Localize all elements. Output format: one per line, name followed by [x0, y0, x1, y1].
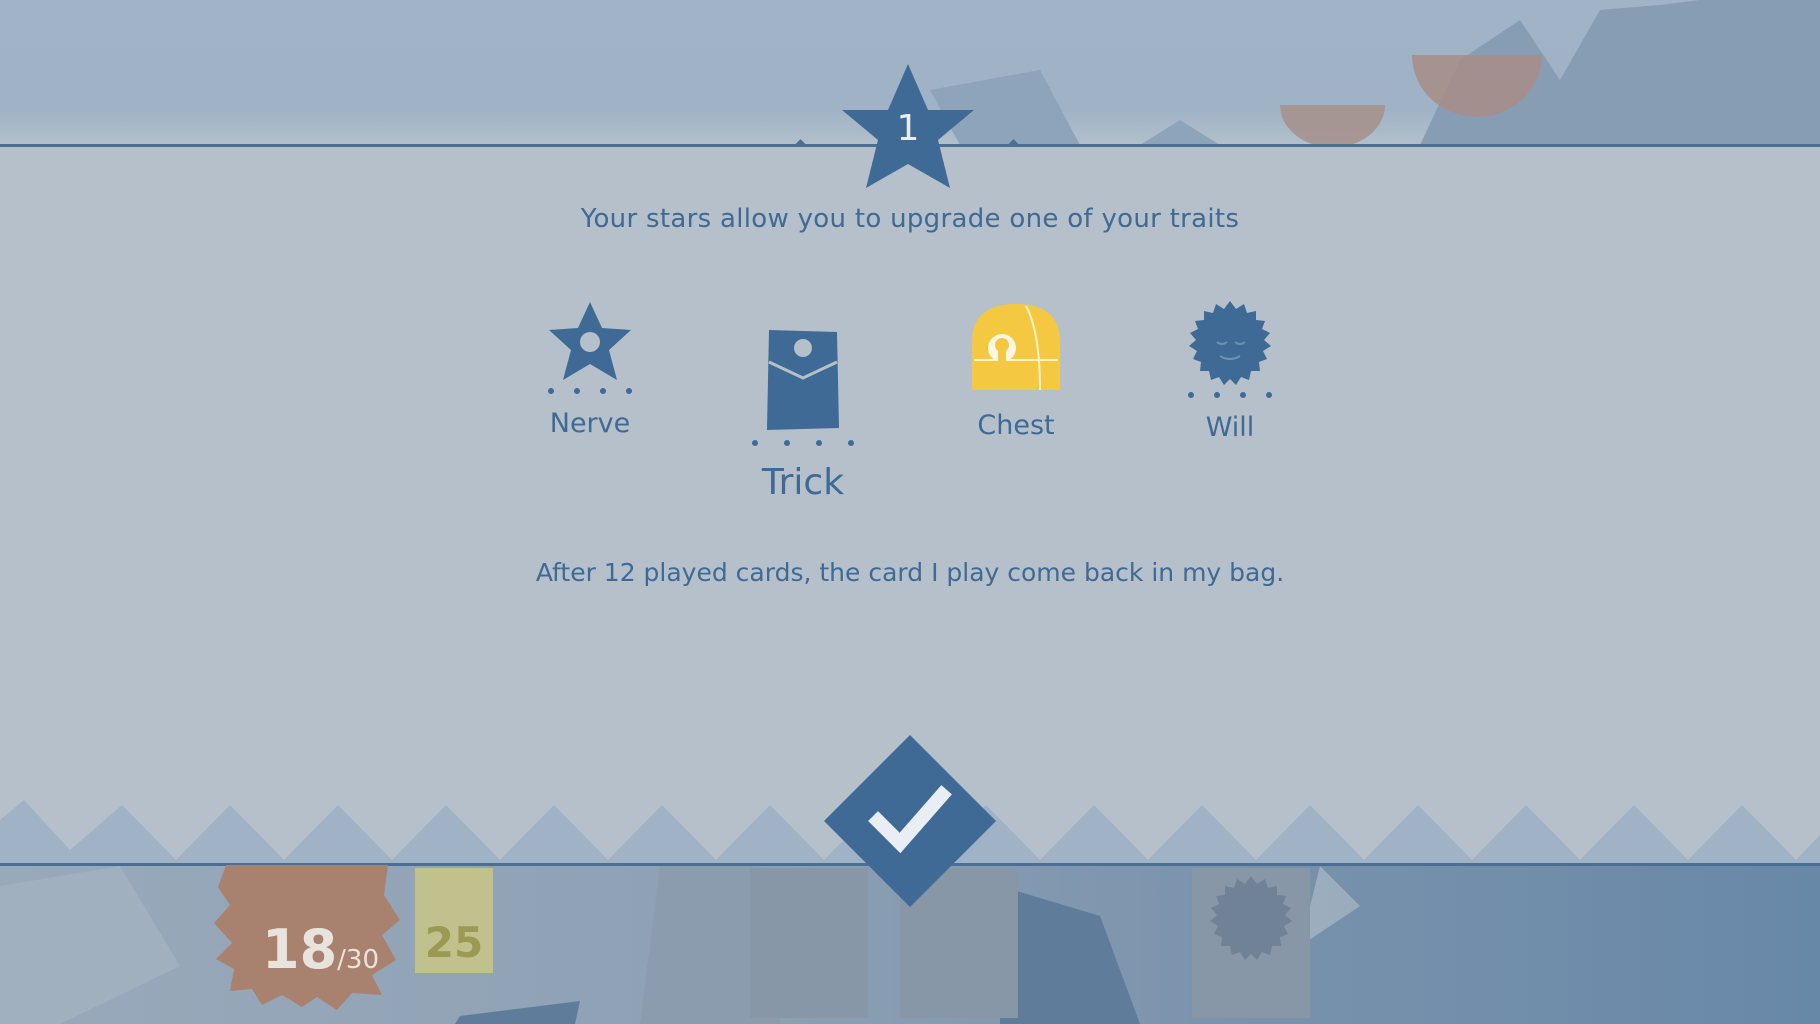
trait-will[interactable]: Will	[1178, 300, 1282, 443]
star-count: 1	[896, 108, 920, 149]
gold-counter: 25	[424, 918, 484, 967]
trait-trick[interactable]: Trick	[740, 328, 866, 503]
trait-description: After 12 played cards, the card I play c…	[535, 558, 1285, 587]
trick-level-pips	[740, 440, 866, 450]
trait-nerve[interactable]: Nerve	[540, 300, 640, 439]
health-counter: 18/30	[262, 918, 379, 981]
card-eye-icon	[767, 330, 839, 430]
star-eye-icon	[549, 302, 631, 380]
trait-chest[interactable]: Chest	[960, 302, 1072, 441]
upgrade-instructions: Your stars allow you to upgrade one of y…	[580, 204, 1240, 234]
trait-label: Nerve	[549, 408, 631, 439]
will-level-pips	[1178, 392, 1282, 402]
confirm-button[interactable]	[822, 733, 998, 909]
trait-label: Will	[1205, 412, 1255, 443]
sun-face-icon	[1189, 301, 1271, 385]
nerve-level-pips	[540, 388, 640, 398]
sun-face-icon	[1210, 876, 1292, 960]
chest-lock-icon	[972, 304, 1060, 391]
trait-label: Trick	[761, 462, 845, 503]
hand-card	[1192, 868, 1310, 1018]
trait-label: Chest	[977, 410, 1055, 441]
health-current: 18	[262, 918, 338, 981]
health-max: /30	[337, 945, 379, 975]
